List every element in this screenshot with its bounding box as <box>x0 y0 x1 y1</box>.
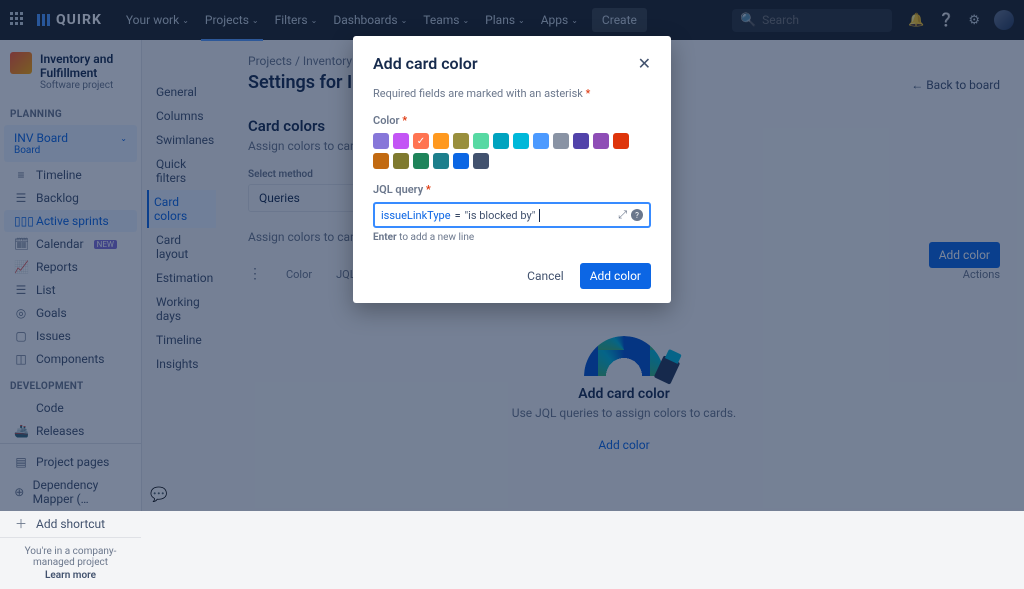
required-note: Required fields are marked with an aster… <box>373 87 651 100</box>
color-swatch[interactable] <box>613 133 629 149</box>
jql-input[interactable]: issueLinkType = "is blocked by" ⤢? <box>373 202 651 228</box>
footer-note: You're in a company-managed project <box>8 546 133 568</box>
color-swatch[interactable] <box>553 133 569 149</box>
color-swatch[interactable] <box>453 153 469 169</box>
expand-icon[interactable]: ⤢ <box>618 208 627 222</box>
learn-more-link[interactable]: Learn more <box>8 570 133 581</box>
color-field-label: Color * <box>373 114 651 127</box>
add-shortcut-icon: ＋ <box>14 515 28 532</box>
submit-add-color-button[interactable]: Add color <box>580 263 651 289</box>
color-swatch[interactable] <box>473 153 489 169</box>
modal-title: Add card color <box>373 54 478 73</box>
color-swatch[interactable] <box>533 133 549 149</box>
color-swatch[interactable] <box>393 153 409 169</box>
color-swatch[interactable] <box>593 133 609 149</box>
add-card-color-modal: Add card color ✕ Required fields are mar… <box>353 36 671 303</box>
hint-text: Enter to add a new line <box>373 232 651 243</box>
color-swatch[interactable] <box>513 133 529 149</box>
color-swatch[interactable] <box>493 133 509 149</box>
color-swatch[interactable] <box>453 133 469 149</box>
modal-overlay[interactable]: Add card color ✕ Required fields are mar… <box>0 0 1024 511</box>
jql-field-label: JQL query * <box>373 183 651 196</box>
sidebar-item-add-shortcut[interactable]: ＋Add shortcut <box>4 511 137 536</box>
color-swatch[interactable] <box>433 153 449 169</box>
color-swatch[interactable] <box>573 133 589 149</box>
help-icon[interactable]: ? <box>631 209 643 221</box>
color-swatch[interactable] <box>393 133 409 149</box>
cancel-button[interactable]: Cancel <box>519 263 572 289</box>
color-swatch[interactable] <box>373 153 389 169</box>
color-swatch[interactable] <box>473 133 489 149</box>
color-swatch[interactable] <box>373 133 389 149</box>
color-swatch[interactable] <box>433 133 449 149</box>
close-icon[interactable]: ✕ <box>638 54 651 73</box>
color-swatch[interactable] <box>413 153 429 169</box>
color-swatch[interactable] <box>413 133 429 149</box>
